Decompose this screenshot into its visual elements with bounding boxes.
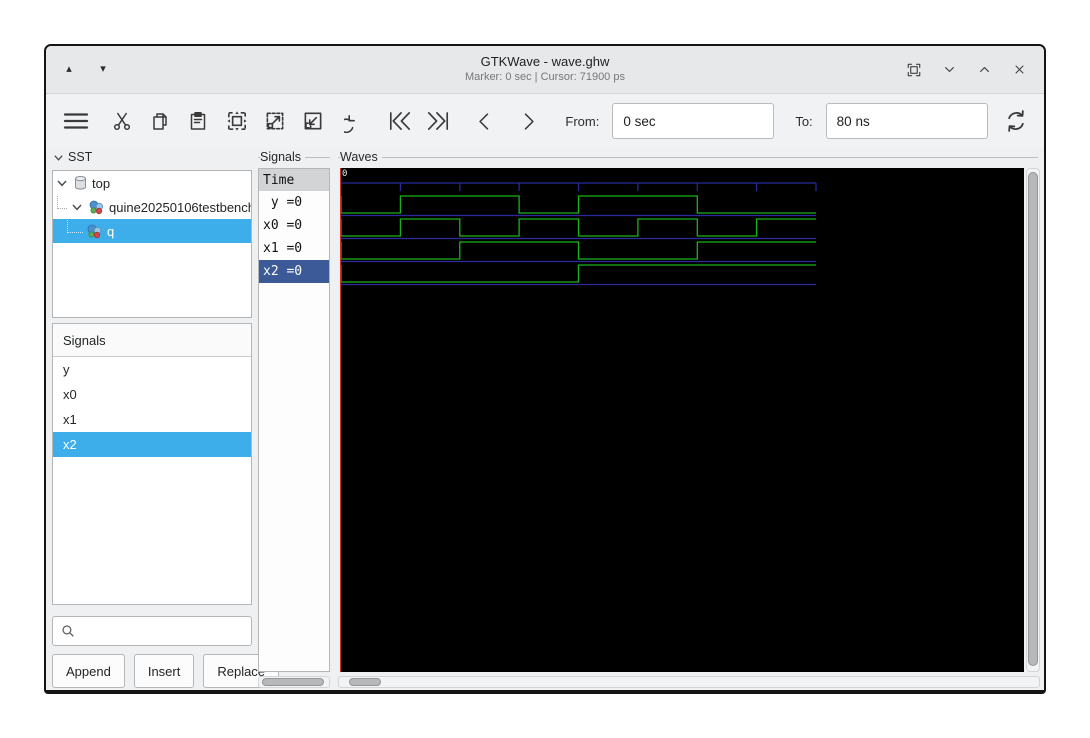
search-input[interactable] <box>52 616 252 646</box>
zoom-in-expand-icon <box>266 112 284 130</box>
signals-panel: Signals Time y =0 x0 =0 x1 =0 x2 =0 <box>258 148 330 690</box>
signal-row-x0[interactable]: x0 =0 <box>259 214 329 237</box>
paste-clipboard-icon <box>191 112 206 130</box>
expander-chevron-icon[interactable] <box>70 200 84 214</box>
signal-row-x2[interactable]: x2 =0 <box>259 260 329 283</box>
fullscreen-button[interactable] <box>905 61 923 79</box>
from-input[interactable] <box>612 103 775 139</box>
scrollbar-thumb[interactable] <box>349 678 381 686</box>
titlebar[interactable]: ▴ ▾ GTKWave - wave.ghw Marker: 0 sec | C… <box>46 46 1044 94</box>
timeline-origin-label: 0 <box>342 169 348 179</box>
signal-list-item-x1[interactable]: x1 <box>53 407 251 432</box>
time-header[interactable]: Time <box>259 169 329 191</box>
tree-item-label: q <box>107 223 115 239</box>
zoom-out-button[interactable] <box>298 102 329 140</box>
tree-guide-line <box>57 196 67 209</box>
cut-scissors-icon <box>113 112 130 131</box>
zoom-out-shrink-icon <box>304 112 322 130</box>
signal-row-x1[interactable]: x1 =0 <box>259 237 329 260</box>
copy-icon <box>153 113 167 130</box>
module-spheres-icon <box>87 224 102 239</box>
database-cylinder-icon <box>75 176 86 190</box>
window-title: GTKWave - wave.ghw <box>480 54 610 69</box>
signal-search-header: Signals <box>53 324 251 357</box>
from-label: From: <box>565 113 600 129</box>
chevron-up-icon <box>979 67 989 72</box>
zoom-fit-button[interactable] <box>221 102 252 140</box>
step-forward-button[interactable] <box>513 102 544 140</box>
waveform-display[interactable]: 0 <box>340 168 1024 672</box>
signals-horizontal-scrollbar[interactable] <box>258 676 330 688</box>
go-to-start-button[interactable] <box>384 102 415 140</box>
waves-vertical-scrollbar[interactable] <box>1026 168 1040 672</box>
menu-button[interactable] <box>60 102 91 140</box>
chevron-right-icon <box>525 112 534 130</box>
close-button[interactable] <box>1010 61 1028 79</box>
append-button[interactable]: Append <box>52 654 125 688</box>
sst-tree: top quine20250106testbench q <box>52 170 252 318</box>
skip-to-end-icon <box>428 112 449 130</box>
signal-search-box <box>52 616 252 646</box>
tree-item-testbench[interactable]: quine20250106testbench <box>53 195 251 219</box>
marker-cursor-status: Marker: 0 sec | Cursor: 71900 ps <box>465 71 625 84</box>
signal-list-item-x0[interactable]: x0 <box>53 382 251 407</box>
reload-button[interactable] <box>1001 102 1032 140</box>
hamburger-menu-icon <box>63 113 88 129</box>
chevron-down-icon <box>944 67 954 72</box>
module-spheres-icon <box>89 200 104 215</box>
fullscreen-icon <box>907 63 921 76</box>
gtkwave-window: ▴ ▾ GTKWave - wave.ghw Marker: 0 sec | C… <box>44 44 1046 694</box>
to-input[interactable] <box>825 103 988 139</box>
signal-search-panel: Signals y x0 x1 x2 <box>52 323 252 605</box>
tree-item-top[interactable]: top <box>53 171 251 195</box>
maximize-button[interactable] <box>975 61 993 79</box>
to-label: To: <box>795 113 813 129</box>
toolbar: From: To: <box>46 94 1044 148</box>
paste-button[interactable] <box>183 102 214 140</box>
chevron-left-icon <box>479 112 489 130</box>
waves-frame-label: Waves <box>340 150 382 164</box>
search-icon <box>62 625 74 637</box>
waveform-canvas <box>340 168 817 672</box>
tree-item-q[interactable]: q <box>53 219 251 243</box>
keep-above-button[interactable]: ▴ <box>60 61 78 79</box>
scrollbar-thumb[interactable] <box>1028 172 1038 666</box>
go-to-end-button[interactable] <box>423 102 454 140</box>
reload-refresh-icon <box>1008 110 1025 132</box>
insert-button[interactable]: Insert <box>133 654 195 688</box>
waves-panel: Waves 0 <box>338 148 1040 690</box>
signals-frame-label: Signals <box>260 150 305 164</box>
scrollbar-thumb[interactable] <box>262 678 324 686</box>
close-icon <box>1014 65 1024 74</box>
left-sidebar: SST top quine20250106testbench q Signals… <box>50 148 280 690</box>
copy-button[interactable] <box>145 102 176 140</box>
zoom-fit-icon <box>227 111 247 131</box>
minimize-button[interactable] <box>940 61 958 79</box>
undo-button[interactable] <box>340 102 371 140</box>
waves-frame-line <box>338 157 1038 158</box>
signal-action-buttons: Append Insert Replace <box>52 654 280 688</box>
zoom-in-button[interactable] <box>259 102 290 140</box>
signal-row-y[interactable]: y =0 <box>259 191 329 214</box>
signal-list-item-y[interactable]: y <box>53 357 251 382</box>
expander-chevron-icon[interactable] <box>55 176 69 190</box>
waves-horizontal-scrollbar[interactable] <box>338 676 1040 688</box>
signal-list-item-x2[interactable]: x2 <box>53 432 251 457</box>
cut-button[interactable] <box>106 102 137 140</box>
undo-arrow-icon <box>344 114 356 133</box>
tree-item-label: quine20250106testbench <box>109 199 251 215</box>
main-content: SST top quine20250106testbench q Signals… <box>46 148 1044 690</box>
sst-label: SST <box>68 150 93 164</box>
step-back-button[interactable] <box>469 102 500 140</box>
sst-header[interactable]: SST <box>52 150 92 164</box>
signals-name-list: Time y =0 x0 =0 x1 =0 x2 =0 <box>258 168 330 672</box>
tree-guide-line <box>67 220 83 233</box>
sst-expander-chevron-icon <box>54 154 63 161</box>
skip-to-start-icon <box>389 112 410 130</box>
keep-below-button[interactable]: ▾ <box>94 61 112 79</box>
tree-item-label: top <box>92 175 111 191</box>
